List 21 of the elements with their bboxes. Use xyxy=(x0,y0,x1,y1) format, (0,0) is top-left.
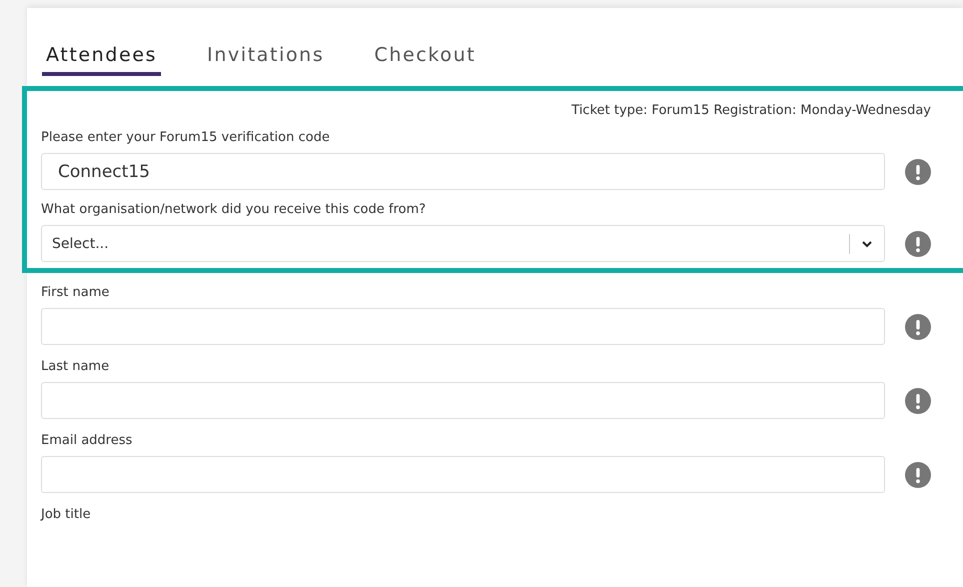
field-label: Job title xyxy=(41,507,92,522)
select-placeholder: Select... xyxy=(52,236,110,252)
field-label: What organisation/network did you receive this code from? xyxy=(41,202,427,217)
field-label: Last name xyxy=(41,359,110,374)
text-field[interactable] xyxy=(41,456,885,493)
field-label: Please enter your Forum15 verification code xyxy=(41,130,331,145)
warning-icon xyxy=(905,230,931,256)
tab[interactable]: Checkout xyxy=(370,42,480,76)
field-label: Email address xyxy=(41,433,134,448)
tab[interactable]: Attendees xyxy=(42,42,162,76)
text-field[interactable] xyxy=(41,382,885,419)
warning-icon xyxy=(905,158,931,184)
text-field[interactable] xyxy=(41,308,885,345)
warning-icon xyxy=(905,388,931,414)
text-field[interactable]: Connect15 xyxy=(41,153,885,190)
select-dropdown[interactable]: Select... xyxy=(41,225,885,262)
warning-icon xyxy=(905,462,931,488)
tab[interactable]: Invitations xyxy=(203,42,328,76)
ticket-type-text: Ticket type: Forum15 Registration: Monday-Wednesday xyxy=(570,103,932,118)
field-label: First name xyxy=(41,285,110,300)
warning-icon xyxy=(905,314,931,340)
